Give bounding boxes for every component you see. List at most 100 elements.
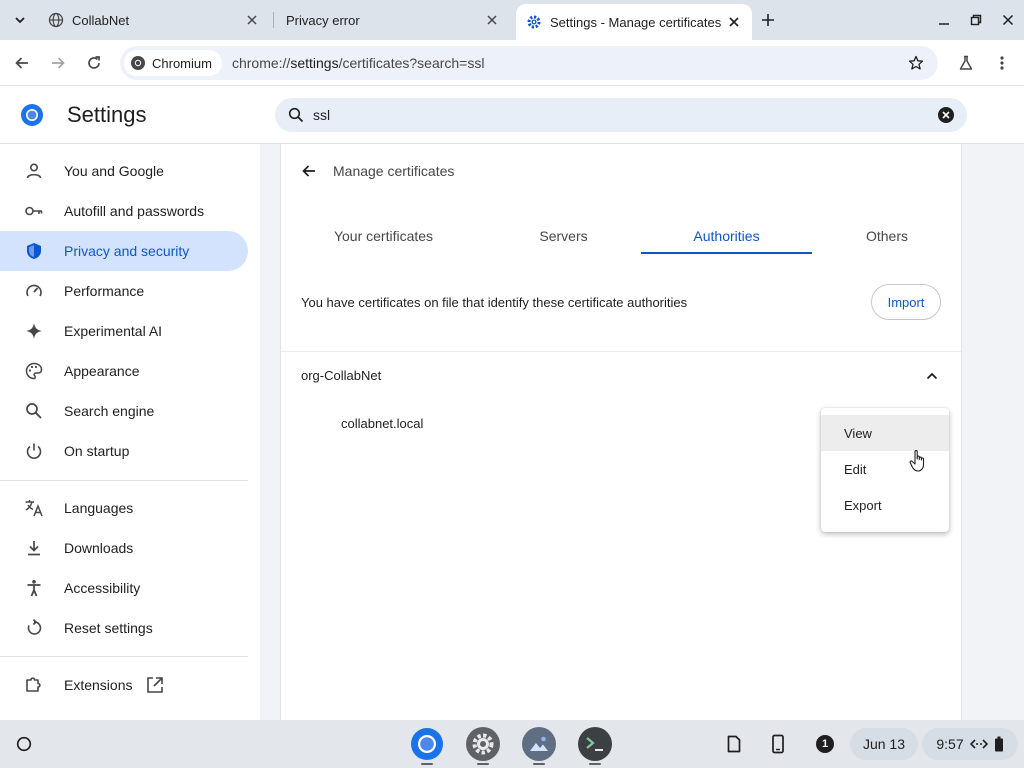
notification-button[interactable]: 1 [806, 728, 844, 760]
chevron-down-icon [15, 17, 25, 24]
tab-search-button[interactable] [8, 8, 32, 32]
browser-menu-button[interactable] [988, 49, 1016, 77]
chromium-logo-icon [21, 104, 43, 126]
site-chip-label: Chromium [152, 55, 212, 71]
notification-badge: 1 [816, 735, 834, 753]
url-text: chrome://settings/certificates?search=ss… [232, 55, 902, 71]
file-icon [727, 735, 741, 753]
labs-button[interactable] [952, 49, 980, 77]
tab-privacy-error[interactable]: Privacy error [276, 4, 510, 36]
tab-title: CollabNet [72, 12, 130, 28]
sidebar-item-experimental-ai[interactable]: Experimental AI [0, 311, 248, 351]
sidebar-item-reset-settings[interactable]: Reset settings [0, 608, 248, 648]
sidebar-item-accessibility[interactable]: Accessibility [0, 568, 248, 608]
close-window-button[interactable] [996, 8, 1020, 32]
arrow-left-icon [302, 165, 315, 177]
tab-settings[interactable]: Settings - Manage certificates [516, 4, 752, 40]
search-icon [287, 106, 305, 124]
shelf-app-terminal[interactable] [578, 727, 612, 761]
speedometer-icon [24, 281, 44, 301]
sidebar-item-label: Search engine [64, 403, 155, 419]
sidebar-item-downloads[interactable]: Downloads [0, 528, 248, 568]
close-icon[interactable] [484, 12, 500, 28]
sidebar-item-privacy-and-security[interactable]: Privacy and security [0, 231, 248, 271]
sidebar-item-extensions[interactable]: Extensions [0, 665, 248, 705]
open-in-new-icon [146, 676, 164, 694]
clear-icon [938, 107, 954, 123]
chevron-up-icon [926, 372, 938, 380]
back-arrow-button[interactable] [297, 159, 321, 183]
gear-icon [526, 14, 542, 30]
phone-icon [772, 734, 784, 754]
settings-search-input[interactable] [313, 107, 937, 123]
menu-item-view[interactable]: View [821, 415, 949, 451]
date-tray[interactable]: Jun 13 [850, 728, 918, 760]
minimize-button[interactable] [932, 8, 956, 32]
address-bar[interactable]: Chromium chrome://settings/certificates?… [120, 46, 938, 80]
menu-item-export[interactable]: Export [821, 487, 949, 523]
sidebar-divider [0, 656, 248, 657]
authorities-description: You have certificates on file that ident… [301, 295, 688, 310]
restore-icon [970, 14, 982, 26]
url-path: /certificates?search=ssl [338, 55, 485, 71]
clear-search-button[interactable] [937, 106, 955, 124]
settings-title: Settings [67, 102, 147, 127]
gallery-icon [530, 736, 548, 751]
shelf-app-settings[interactable] [466, 727, 500, 761]
close-icon[interactable] [726, 14, 742, 30]
key-icon [24, 201, 44, 221]
download-icon [24, 538, 44, 558]
forward-button[interactable] [44, 49, 72, 77]
sidebar-item-label: On startup [64, 443, 130, 459]
import-button[interactable]: Import [871, 284, 941, 320]
launcher-button[interactable] [12, 732, 36, 756]
holding-space-button[interactable] [716, 728, 752, 760]
running-indicator [421, 763, 433, 765]
site-info-chip[interactable]: Chromium [124, 50, 222, 76]
palette-icon [24, 361, 44, 381]
shelf-app-gallery[interactable] [522, 727, 556, 761]
gear-icon [472, 733, 494, 755]
shield-icon [24, 241, 44, 261]
sidebar-item-search-engine[interactable]: Search engine [0, 391, 248, 431]
sidebar-item-label: Languages [64, 500, 134, 516]
settings-search-box[interactable] [275, 98, 967, 132]
tab-collabnet[interactable]: CollabNet [38, 4, 270, 36]
phone-hub-button[interactable] [760, 728, 796, 760]
close-icon[interactable] [244, 12, 260, 28]
system-shelf: 1 Jun 13 9:57 [0, 720, 1024, 768]
tab-servers[interactable]: Servers [486, 228, 641, 262]
sidebar-item-label: Autofill and passwords [64, 203, 205, 219]
sidebar-item-autofill[interactable]: Autofill and passwords [0, 191, 248, 231]
back-button[interactable] [8, 49, 36, 77]
sidebar-item-label: Extensions [64, 677, 133, 693]
tab-your-certificates[interactable]: Your certificates [301, 228, 466, 262]
more-vertical-icon [1000, 56, 1004, 70]
sidebar-item-performance[interactable]: Performance [0, 271, 248, 311]
sidebar-item-you-and-google[interactable]: You and Google [0, 151, 248, 191]
sidebar-item-languages[interactable]: Languages [0, 488, 248, 528]
status-tray[interactable]: 9:57 [922, 728, 1018, 760]
tab-authorities[interactable]: Authorities [641, 228, 812, 262]
restore-button[interactable] [964, 8, 988, 32]
menu-item-edit[interactable]: Edit [821, 451, 949, 487]
new-tab-button[interactable] [756, 8, 780, 32]
sidebar-item-label: Reset settings [64, 620, 153, 636]
tab-title: Privacy error [286, 12, 360, 28]
puzzle-icon [24, 675, 44, 695]
settings-header: Settings [0, 86, 1024, 144]
sparkle-icon [24, 321, 44, 341]
plus-icon [762, 14, 774, 26]
sidebar-item-appearance[interactable]: Appearance [0, 351, 248, 391]
url-host: settings [290, 55, 339, 71]
bookmark-button[interactable] [902, 49, 930, 77]
shelf-app-chromium[interactable] [410, 727, 444, 761]
clock: 9:57 [936, 736, 964, 752]
reload-button[interactable] [80, 49, 108, 77]
hand-pointer-icon [909, 449, 925, 472]
sidebar-item-label: Appearance [64, 363, 140, 379]
collapse-org-button[interactable] [921, 365, 943, 387]
running-indicator [477, 763, 489, 765]
sidebar-item-on-startup[interactable]: On startup [0, 431, 248, 471]
tab-others[interactable]: Others [812, 228, 962, 262]
